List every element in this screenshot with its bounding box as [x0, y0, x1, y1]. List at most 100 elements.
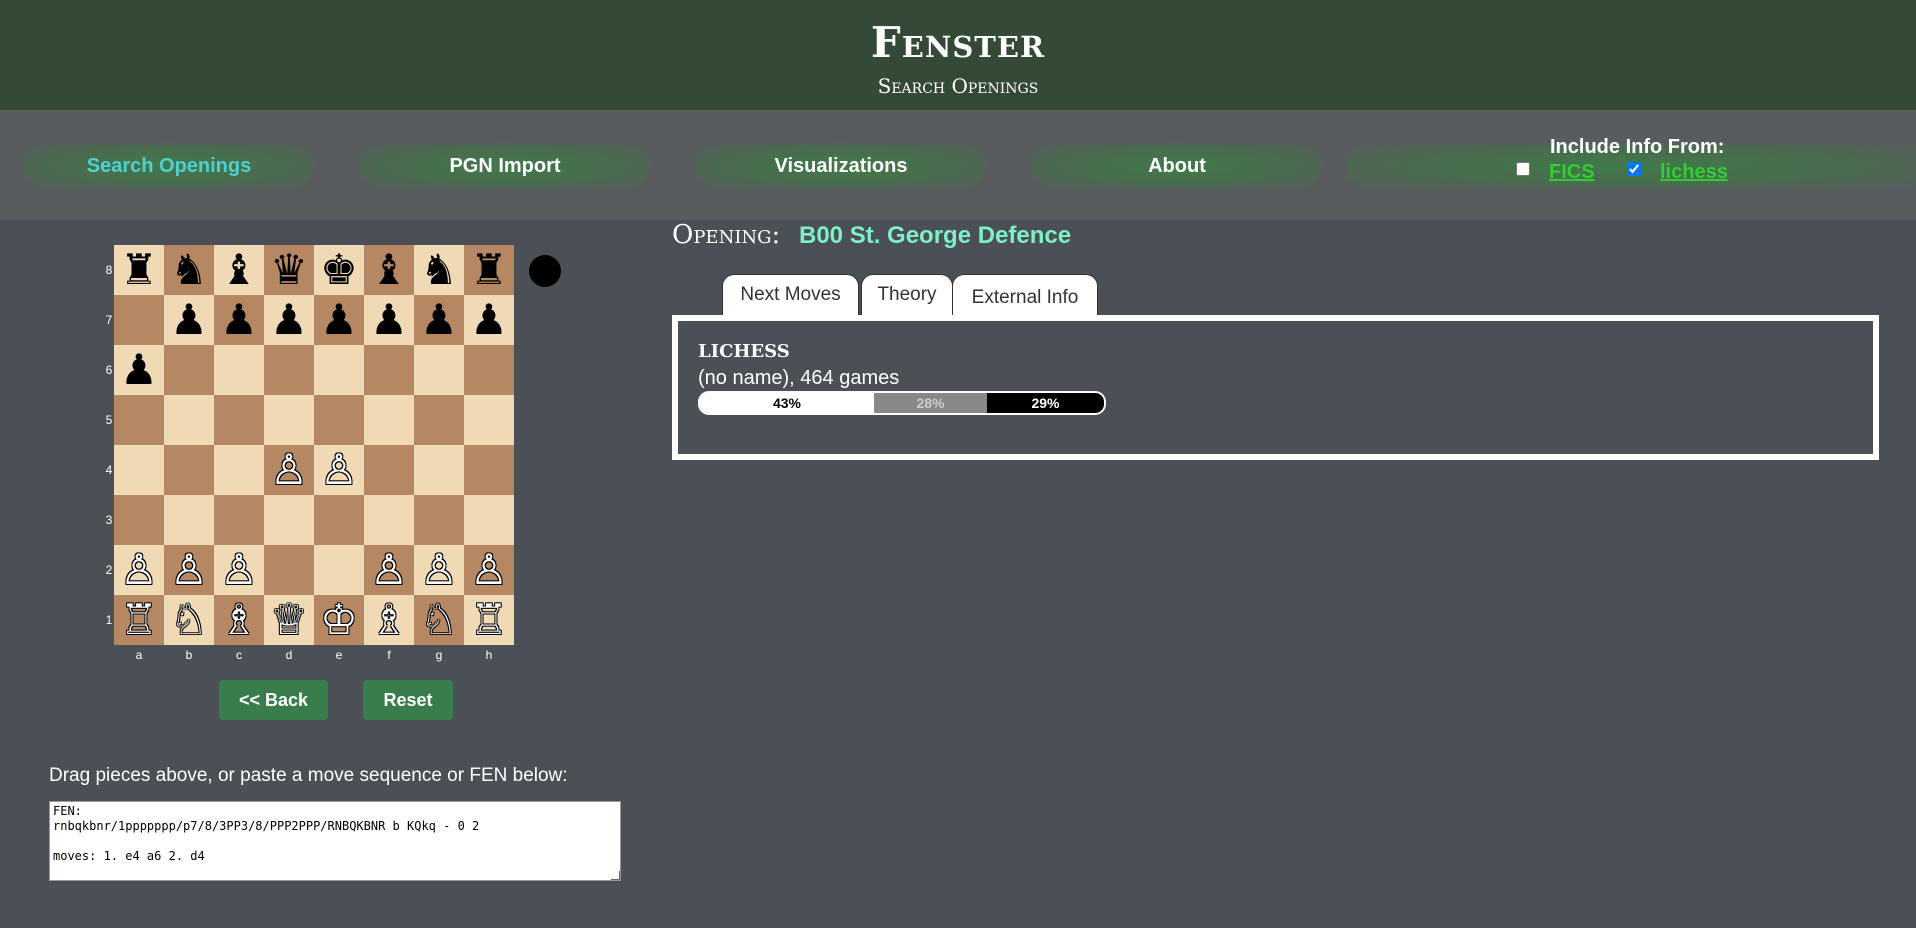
white-piece-icon[interactable]: ♗ [220, 599, 258, 641]
black-piece-icon[interactable]: ♜ [120, 249, 158, 291]
white-piece-icon[interactable]: ♖ [120, 599, 158, 641]
black-piece-icon[interactable]: ♟ [320, 299, 358, 341]
white-piece-icon[interactable]: ♙ [120, 549, 158, 591]
square-c6[interactable] [214, 345, 264, 395]
fics-link[interactable]: FICS [1549, 161, 1595, 184]
fen-textarea[interactable]: FEN: rnbqkbnr/1ppppppp/p7/8/3PP3/8/PPP2P… [49, 801, 621, 881]
square-h3[interactable] [464, 495, 514, 545]
square-d7[interactable]: ♟ [264, 295, 314, 345]
white-piece-icon[interactable]: ♕ [270, 599, 308, 641]
black-piece-icon[interactable]: ♟ [370, 299, 408, 341]
square-c4[interactable] [214, 445, 264, 495]
square-d8[interactable]: ♛ [264, 245, 314, 295]
square-e6[interactable] [314, 345, 364, 395]
square-h4[interactable] [464, 445, 514, 495]
square-a3[interactable] [114, 495, 164, 545]
square-a1[interactable]: ♖ [114, 595, 164, 645]
square-a5[interactable] [114, 395, 164, 445]
square-c2[interactable]: ♙ [214, 545, 264, 595]
square-a8[interactable]: ♜ [114, 245, 164, 295]
tab-theory[interactable]: Theory [861, 274, 953, 315]
square-d6[interactable] [264, 345, 314, 395]
black-piece-icon[interactable]: ♟ [270, 299, 308, 341]
tab-next-moves[interactable]: Next Moves [722, 274, 859, 315]
tab-external-info[interactable]: External Info [952, 274, 1098, 321]
lichess-link[interactable]: lichess [1660, 161, 1728, 184]
square-d5[interactable] [264, 395, 314, 445]
white-piece-icon[interactable]: ♙ [470, 549, 508, 591]
square-b4[interactable] [164, 445, 214, 495]
black-piece-icon[interactable]: ♜ [470, 249, 508, 291]
square-c1[interactable]: ♗ [214, 595, 264, 645]
square-e7[interactable]: ♟ [314, 295, 364, 345]
black-piece-icon[interactable]: ♚ [320, 249, 358, 291]
square-e2[interactable] [314, 545, 364, 595]
square-a2[interactable]: ♙ [114, 545, 164, 595]
square-c5[interactable] [214, 395, 264, 445]
resize-grip-icon[interactable] [611, 871, 620, 880]
fics-checkbox[interactable] [1516, 162, 1530, 176]
square-f8[interactable]: ♝ [364, 245, 414, 295]
square-e3[interactable] [314, 495, 364, 545]
square-e4[interactable]: ♙ [314, 445, 364, 495]
nav-search-openings[interactable]: Search Openings [24, 143, 314, 189]
square-b1[interactable]: ♘ [164, 595, 214, 645]
square-a7[interactable] [114, 295, 164, 345]
black-piece-icon[interactable]: ♝ [370, 249, 408, 291]
black-piece-icon[interactable]: ♟ [220, 299, 258, 341]
square-g4[interactable] [414, 445, 464, 495]
square-g1[interactable]: ♘ [414, 595, 464, 645]
nav-pgn-import[interactable]: PGN Import [360, 143, 650, 189]
square-b3[interactable] [164, 495, 214, 545]
white-piece-icon[interactable]: ♙ [320, 449, 358, 491]
square-f3[interactable] [364, 495, 414, 545]
black-piece-icon[interactable]: ♟ [170, 299, 208, 341]
square-g6[interactable] [414, 345, 464, 395]
white-piece-icon[interactable]: ♘ [170, 599, 208, 641]
square-b7[interactable]: ♟ [164, 295, 214, 345]
square-h2[interactable]: ♙ [464, 545, 514, 595]
square-f7[interactable]: ♟ [364, 295, 414, 345]
white-piece-icon[interactable]: ♔ [320, 599, 358, 641]
square-g5[interactable] [414, 395, 464, 445]
white-piece-icon[interactable]: ♖ [470, 599, 508, 641]
square-h7[interactable]: ♟ [464, 295, 514, 345]
square-g3[interactable] [414, 495, 464, 545]
square-f1[interactable]: ♗ [364, 595, 414, 645]
square-h5[interactable] [464, 395, 514, 445]
square-f4[interactable] [364, 445, 414, 495]
square-f5[interactable] [364, 395, 414, 445]
square-c8[interactable]: ♝ [214, 245, 264, 295]
square-h8[interactable]: ♜ [464, 245, 514, 295]
square-d1[interactable]: ♕ [264, 595, 314, 645]
square-a4[interactable] [114, 445, 164, 495]
black-piece-icon[interactable]: ♟ [120, 349, 158, 391]
black-piece-icon[interactable]: ♝ [220, 249, 258, 291]
nav-visualizations[interactable]: Visualizations [696, 143, 986, 189]
square-d4[interactable]: ♙ [264, 445, 314, 495]
square-b8[interactable]: ♞ [164, 245, 214, 295]
white-piece-icon[interactable]: ♙ [370, 549, 408, 591]
square-d2[interactable] [264, 545, 314, 595]
square-f2[interactable]: ♙ [364, 545, 414, 595]
square-d3[interactable] [264, 495, 314, 545]
square-g2[interactable]: ♙ [414, 545, 464, 595]
white-piece-icon[interactable]: ♙ [170, 549, 208, 591]
square-h1[interactable]: ♖ [464, 595, 514, 645]
white-piece-icon[interactable]: ♘ [420, 599, 458, 641]
black-piece-icon[interactable]: ♟ [420, 299, 458, 341]
black-piece-icon[interactable]: ♟ [470, 299, 508, 341]
white-piece-icon[interactable]: ♗ [370, 599, 408, 641]
black-piece-icon[interactable]: ♞ [420, 249, 458, 291]
black-piece-icon[interactable]: ♞ [170, 249, 208, 291]
square-h6[interactable] [464, 345, 514, 395]
white-piece-icon[interactable]: ♙ [270, 449, 308, 491]
square-c7[interactable]: ♟ [214, 295, 264, 345]
back-button[interactable]: << Back [219, 680, 328, 720]
square-e8[interactable]: ♚ [314, 245, 364, 295]
square-g8[interactable]: ♞ [414, 245, 464, 295]
square-b2[interactable]: ♙ [164, 545, 214, 595]
square-g7[interactable]: ♟ [414, 295, 464, 345]
white-piece-icon[interactable]: ♙ [420, 549, 458, 591]
black-piece-icon[interactable]: ♛ [270, 249, 308, 291]
